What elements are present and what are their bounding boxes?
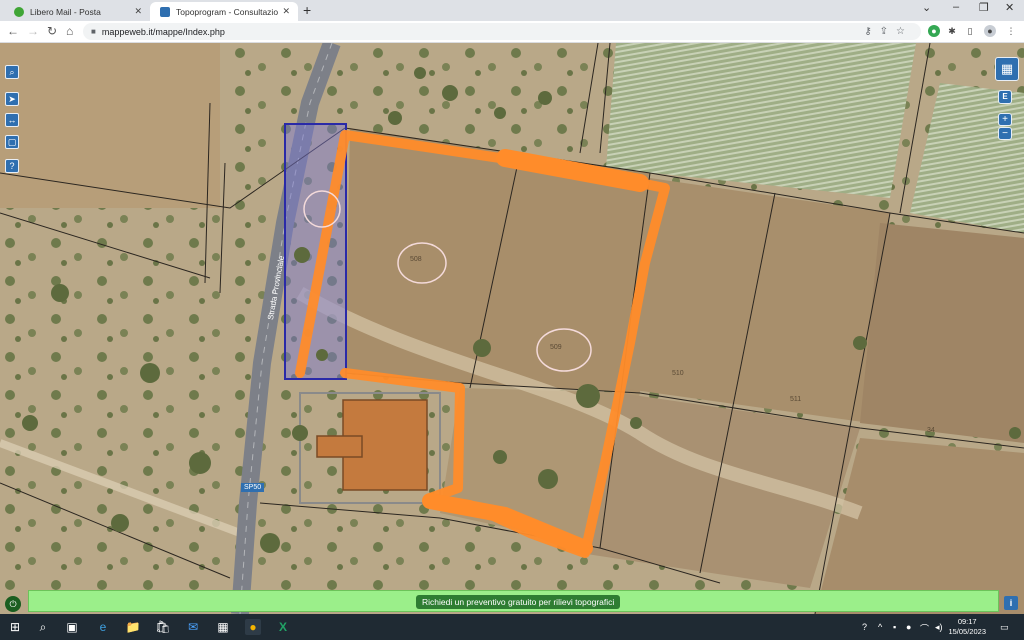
home-icon[interactable]: ⌂ [66, 24, 73, 39]
clock-date: 15/05/2023 [948, 627, 986, 636]
calculator-icon[interactable]: ▦ [215, 619, 231, 635]
task-view-icon[interactable]: ▣ [64, 619, 80, 635]
parcel-label: 509 [550, 344, 562, 351]
road-code-badge: SP50 [241, 483, 265, 492]
close-window-button[interactable]: ✕ [1005, 1, 1014, 14]
windows-taskbar: ⊞ ⌕ ▣ e 📁 🛍 ✉ ▦ ● X ? ^ ▪ ● ⌒ ◂) 09:17 1… [0, 614, 1024, 640]
zoom-in-button[interactable]: + [998, 113, 1012, 126]
file-explorer-icon[interactable]: 📁 [125, 619, 141, 635]
browser-tab-strip: Libero Mail - Posta ✕ Topoprogram - Cons… [0, 0, 1024, 21]
search-icon[interactable]: ⌕ [35, 619, 51, 635]
forward-icon[interactable]: → [27, 24, 39, 39]
parcel-label: 510 [672, 370, 684, 377]
system-clock[interactable]: 09:17 15/05/2023 [948, 617, 986, 637]
tab-title: Libero Mail - Posta [30, 6, 101, 17]
address-bar[interactable]: ■ mappeweb.it/mappe/Index.php ⚷⇪☆ [83, 23, 921, 40]
power-icon[interactable]: ⏻ [5, 596, 21, 612]
sidebar-icon[interactable]: ▯ [964, 25, 976, 37]
info-icon[interactable]: i [1004, 596, 1018, 610]
minimize-button[interactable]: – [953, 1, 959, 13]
help-icon[interactable]: ? [5, 159, 19, 173]
profile-avatar-icon[interactable]: ● [984, 25, 996, 37]
puzzle-extensions-icon[interactable]: ✱ [946, 25, 958, 37]
locate-icon[interactable]: ➤ [5, 92, 19, 106]
network-icon[interactable]: ● [906, 622, 911, 632]
new-tab-button[interactable]: + [303, 3, 311, 17]
mail-icon[interactable]: ✉ [185, 619, 201, 635]
volume-icon[interactable]: ◂) [935, 622, 943, 633]
parcel-label: 34 [927, 427, 935, 434]
chrome-icon[interactable]: ● [245, 619, 261, 635]
tab-close-icon[interactable]: ✕ [134, 6, 142, 17]
parcel-label: 511 [790, 396, 802, 403]
edge-icon[interactable]: e [95, 619, 111, 635]
omnibox-tools[interactable]: ⚷⇪☆ [864, 26, 913, 37]
tab-libero-mail[interactable]: Libero Mail - Posta ✕ [4, 2, 150, 21]
quote-request-button[interactable]: Richiedi un preventivo gratuito per rili… [416, 595, 621, 609]
clock-time: 09:17 [957, 617, 977, 626]
wifi-icon[interactable]: ⌒ [920, 622, 929, 635]
select-icon[interactable]: ▢ [5, 135, 19, 149]
tray-app-icon[interactable]: ▪ [893, 622, 896, 632]
url-text: mappeweb.it/mappe/Index.php [101, 26, 225, 37]
reload-icon[interactable]: ↻ [47, 24, 57, 39]
layers-icon[interactable]: ▦ [995, 57, 1019, 81]
promo-banner: Richiedi un preventivo gratuito per rili… [28, 590, 999, 612]
browser-toolbar: ← → ↻ ⌂ ■ mappeweb.it/mappe/Index.php ⚷⇪… [0, 21, 1024, 43]
search-icon[interactable]: ⌕ [5, 65, 19, 79]
topoprogram-favicon-icon [160, 6, 170, 17]
restore-button[interactable]: ❐ [979, 1, 989, 14]
tab-topoprogram[interactable]: Topoprogram - Consultazione m ✕ [150, 2, 298, 21]
parcel-label: 508 [410, 256, 422, 263]
store-icon[interactable]: 🛍 [155, 619, 171, 635]
tab-title: Topoprogram - Consultazione m [176, 6, 279, 17]
chevron-up-icon[interactable]: ^ [878, 622, 882, 632]
menu-kebab-icon[interactable]: ⋮ [1005, 25, 1017, 37]
extension-icon[interactable]: ● [928, 25, 940, 37]
lock-icon: ■ [91, 27, 96, 36]
map-canvas [0, 43, 1024, 614]
aerial-map[interactable]: 508 509 510 511 34 Strada Provinciale SP… [0, 43, 1024, 614]
measure-icon[interactable]: ↔ [5, 113, 19, 127]
libero-favicon-icon [14, 6, 24, 17]
excel-icon[interactable]: X [275, 619, 291, 635]
e-button[interactable]: E [998, 90, 1012, 104]
zoom-out-button[interactable]: − [998, 127, 1012, 140]
start-icon[interactable]: ⊞ [7, 619, 23, 635]
back-icon[interactable]: ← [7, 24, 19, 39]
tab-search-icon[interactable]: ⌄ [922, 1, 931, 14]
notifications-icon[interactable]: ▭ [1000, 622, 1009, 633]
tab-close-icon[interactable]: ✕ [282, 6, 290, 17]
help-tray-icon[interactable]: ? [862, 622, 867, 632]
